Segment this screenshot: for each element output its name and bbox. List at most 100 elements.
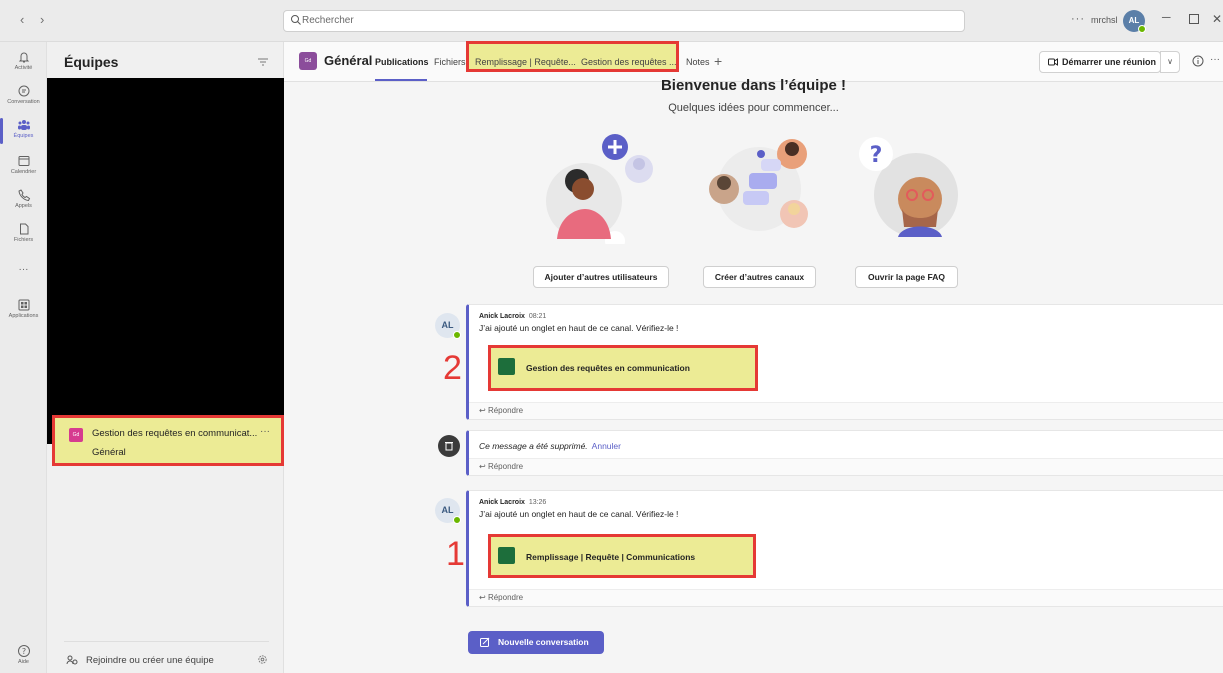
- trash-icon: [438, 435, 460, 457]
- start-meeting-button[interactable]: Démarrer une réunion: [1039, 51, 1161, 73]
- channel-title: Général: [324, 53, 373, 68]
- people-add-icon: [66, 655, 78, 665]
- search-placeholder: Rechercher: [302, 15, 354, 26]
- reply-label: Répondre: [487, 593, 524, 602]
- presence-dot: [453, 331, 461, 339]
- phone-icon: [17, 189, 30, 202]
- more-icon: ···: [18, 264, 29, 275]
- close-button[interactable]: ✕: [1212, 12, 1222, 26]
- open-faq-button[interactable]: Ouvrir la page FAQ: [855, 266, 958, 288]
- tab-link-card[interactable]: Remplissage | Requête | Communications: [488, 534, 756, 578]
- compose-icon: [480, 637, 490, 647]
- appbar-label: Aide: [17, 659, 29, 665]
- create-channels-illustration: [709, 139, 808, 231]
- app-bar: Activité Conversation Équipes Calendrier…: [0, 42, 47, 673]
- new-conversation-label: Nouvelle conversation: [498, 637, 589, 647]
- add-users-button[interactable]: Ajouter d’autres utilisateurs: [533, 266, 669, 288]
- chat-icon: [18, 85, 29, 97]
- appbar-item-teams[interactable]: Équipes: [0, 118, 47, 144]
- welcome-title: Bienvenue dans l’équipe !: [660, 77, 847, 94]
- bell-icon: [18, 52, 29, 63]
- avatar-initials: AL: [1128, 16, 1140, 25]
- reply-label: Répondre: [487, 462, 524, 471]
- maximize-button[interactable]: [1189, 14, 1199, 24]
- presence-dot: [453, 516, 461, 524]
- more-options-button[interactable]: ···: [1071, 13, 1085, 25]
- add-tab-button[interactable]: +: [714, 53, 722, 69]
- tab-gestion-requetes[interactable]: Gestion des requêtes ...: [581, 57, 677, 67]
- avatar[interactable]: AL: [435, 313, 461, 339]
- join-team-footer[interactable]: Rejoindre ou créer une équipe: [64, 641, 269, 673]
- apps-icon: [18, 299, 29, 311]
- appbar-item-files[interactable]: Fichiers: [0, 222, 47, 243]
- tab-remplissage[interactable]: Remplissage | Requête...: [475, 57, 576, 67]
- reply-label: Répondre: [487, 406, 524, 415]
- deleted-message-card: Ce message a été supprimé. Annuler ↩ Répo…: [466, 430, 1223, 476]
- tab-link-label: Remplissage | Requête | Communications: [526, 552, 696, 562]
- appbar-item-chat[interactable]: Conversation: [0, 84, 47, 105]
- annotation-marker-2: 2: [443, 349, 462, 387]
- file-icon: [19, 223, 28, 235]
- tab-notes[interactable]: Notes: [686, 57, 710, 67]
- appbar-item-apps[interactable]: Applications: [0, 298, 47, 319]
- teams-panel: Équipes Gd Gestion des requêtes en commu…: [47, 42, 284, 673]
- avatar[interactable]: AL: [1123, 10, 1146, 33]
- redacted-area: [47, 78, 284, 444]
- svg-text:?: ?: [870, 143, 883, 168]
- team-more-button[interactable]: ···: [260, 426, 270, 437]
- message-header: Anick Lacroix 08:21: [479, 313, 546, 320]
- create-channels-button[interactable]: Créer d’autres canaux: [703, 266, 816, 288]
- undo-link[interactable]: Annuler: [592, 441, 621, 451]
- reply-button[interactable]: ↩ Répondre: [469, 458, 1223, 475]
- excel-icon: [498, 358, 515, 375]
- appbar-item-help[interactable]: ? Aide: [0, 644, 47, 665]
- avatar[interactable]: AL: [435, 498, 461, 524]
- channel-item-general[interactable]: Général: [92, 447, 126, 458]
- message-author: Anick Lacroix: [479, 313, 525, 320]
- message-card: Anick Lacroix 08:21 J’ai ajouté un ongle…: [466, 304, 1223, 420]
- tab-link-card[interactable]: Gestion des requêtes en communication: [488, 345, 758, 391]
- svg-text:?: ?: [21, 647, 25, 656]
- minimize-button[interactable]: ─: [1162, 10, 1171, 24]
- panel-title: Équipes: [64, 54, 119, 70]
- channel-header: Gd Général Publications Fichiers Remplis…: [284, 41, 1223, 82]
- team-avatar: Gd: [69, 428, 83, 442]
- channel-main: Gd Général Publications Fichiers Remplis…: [284, 41, 1223, 673]
- message-time: 13:26: [528, 499, 547, 506]
- help-icon: ?: [17, 645, 30, 657]
- team-name: Gestion des requêtes en communicat...: [92, 428, 258, 439]
- meeting-dropdown-button[interactable]: ∨: [1160, 51, 1180, 73]
- info-icon[interactable]: [1192, 55, 1204, 67]
- filter-icon[interactable]: [257, 56, 269, 68]
- header-more-button[interactable]: ···: [1210, 54, 1220, 65]
- reply-button[interactable]: ↩ Répondre: [469, 402, 1223, 419]
- tab-link-label: Gestion des requêtes en communication: [526, 363, 690, 373]
- faq-illustration: ?: [859, 137, 958, 237]
- user-name: mrchsl: [1091, 15, 1118, 25]
- appbar-item-calls[interactable]: Appels: [0, 188, 47, 209]
- gear-icon[interactable]: [257, 654, 268, 665]
- nav-arrows[interactable]: ‹ ›: [20, 12, 50, 27]
- team-item[interactable]: Gd Gestion des requêtes en communicat...…: [52, 415, 284, 466]
- tab-files[interactable]: Fichiers: [434, 57, 466, 67]
- new-conversation-button[interactable]: Nouvelle conversation: [468, 631, 604, 654]
- appbar-item-activity[interactable]: Activité: [0, 50, 47, 71]
- appbar-item-more[interactable]: ···: [0, 264, 47, 275]
- message-text: J’ai ajouté un onglet en haut de ce cana…: [479, 509, 679, 519]
- add-users-illustration: [546, 134, 653, 244]
- channel-avatar: Gd: [299, 52, 317, 70]
- message-header: Anick Lacroix 13:26: [479, 499, 546, 506]
- calendar-icon: [18, 156, 29, 166]
- appbar-label: Appels: [15, 203, 32, 209]
- reply-button[interactable]: ↩ Répondre: [469, 589, 1223, 606]
- search-input[interactable]: Rechercher: [283, 10, 965, 32]
- title-bar: ‹ › Rechercher ··· mrchsl AL ─ ✕: [0, 0, 1223, 42]
- avatar-initials: AL: [441, 320, 454, 330]
- active-indicator: [0, 118, 3, 144]
- appbar-item-calendar[interactable]: Calendrier: [0, 154, 47, 175]
- welcome-subtitle: Quelques idées pour commencer...: [668, 102, 839, 114]
- avatar-initials: AL: [441, 505, 454, 515]
- search-icon: [291, 15, 301, 25]
- video-icon: [1048, 58, 1058, 66]
- tab-publications[interactable]: Publications: [375, 57, 429, 67]
